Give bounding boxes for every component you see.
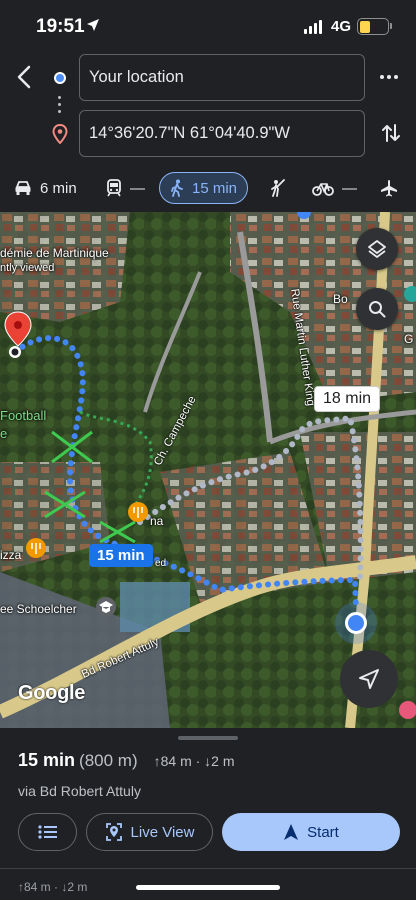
live-view-icon	[105, 823, 122, 841]
map-label-schoelcher: ee Schoelcher	[0, 602, 77, 616]
map-label-football: Football	[0, 408, 47, 423]
network-type: 4G	[331, 18, 352, 35]
recenter-button[interactable]	[340, 650, 398, 708]
map-label-recently-viewed: ntly viewed	[0, 262, 55, 274]
mode-bike-label: —	[342, 179, 357, 197]
mode-walk[interactable]: 15 min	[159, 172, 249, 204]
map-label-pizza: izza	[0, 548, 22, 562]
route-duration: 15 min	[18, 750, 76, 770]
sheet-actions: Live View Start	[18, 813, 400, 851]
origin-text: Your location	[89, 68, 184, 86]
origin-field[interactable]: Your location	[79, 54, 365, 101]
route-sheet[interactable]: 15 min (800 m) ↑84 m · ↓2 m via Bd Rober…	[0, 728, 416, 900]
destination-field[interactable]: 14°36'20.7"N 61°04'40.9"W	[79, 110, 365, 157]
sheet-divider	[0, 868, 416, 869]
mode-walk-label: 15 min	[192, 179, 238, 197]
ride-icon	[271, 179, 285, 197]
mode-bike[interactable]: —	[312, 172, 357, 204]
back-arrow-icon[interactable]	[14, 64, 36, 90]
route-via: via Bd Robert Attuly	[18, 783, 141, 799]
alt-route-time-bubble[interactable]: 18 min	[314, 386, 381, 412]
mode-transit-label: —	[130, 179, 145, 197]
car-icon	[15, 181, 31, 195]
map-search-button[interactable]	[356, 288, 398, 330]
destination-text: 14°36'20.7"N 61°04'40.9"W	[89, 124, 290, 142]
mode-flight[interactable]	[380, 172, 398, 204]
map-label-football-cont: e	[0, 426, 8, 441]
list-icon	[37, 825, 57, 839]
origin-dot-icon	[54, 72, 66, 84]
status-bar: 19:51 4G 4	[0, 0, 416, 50]
map-label-ed: ed	[155, 558, 167, 569]
footer-elevation: ↑84 m · ↓2 m	[18, 880, 88, 894]
map-label-na: na	[150, 514, 164, 528]
bicycle-icon	[312, 183, 334, 196]
school-pin-icon	[96, 597, 116, 617]
route-elevation: ↑84 m · ↓2 m	[153, 753, 235, 769]
start-label: Start	[307, 823, 339, 841]
mode-drive[interactable]: 6 min	[14, 172, 77, 204]
mode-drive-label: 6 min	[40, 179, 77, 197]
walking-icon	[171, 179, 183, 197]
current-location-dot	[345, 612, 367, 634]
live-view-label: Live View	[130, 823, 195, 841]
destination-pin-icon	[52, 124, 68, 144]
restaurant-pin-icon	[128, 502, 148, 522]
route-connector-icon	[58, 96, 61, 113]
status-time: 19:51	[36, 16, 85, 37]
cell-signal-icon	[304, 20, 322, 34]
search-icon	[369, 301, 386, 318]
route-time-bubble[interactable]: 15 min	[89, 544, 153, 567]
sheet-drag-handle[interactable]	[178, 736, 238, 740]
travel-modes: 6 min — 15 min —	[0, 172, 416, 208]
restaurant-pin-icon	[26, 538, 46, 558]
battery-icon: 4	[357, 18, 389, 35]
map-label-g: G	[404, 332, 414, 346]
layers-button[interactable]	[356, 228, 398, 270]
more-options-icon[interactable]	[380, 75, 398, 79]
navigation-arrow-icon	[359, 669, 379, 689]
battery-level: 4	[369, 18, 377, 30]
start-navigation-icon	[284, 824, 299, 840]
directions-header: Your location 14°36'20.7"N 61°04'40.9"W …	[0, 50, 416, 212]
mode-transit[interactable]: —	[106, 172, 145, 204]
mode-ride[interactable]	[270, 172, 286, 204]
location-arrow-icon	[87, 19, 99, 31]
plane-icon	[381, 180, 397, 197]
start-button[interactable]: Start	[222, 813, 400, 851]
satellite-map	[0, 212, 416, 728]
route-summary: 15 min (800 m) ↑84 m · ↓2 m	[18, 750, 235, 771]
layers-icon	[368, 240, 386, 258]
swap-icon[interactable]	[380, 122, 402, 144]
steps-list-button[interactable]	[18, 813, 77, 851]
home-indicator[interactable]	[136, 885, 280, 890]
google-attribution: Google	[18, 682, 86, 704]
live-view-button[interactable]: Live View	[86, 813, 213, 851]
map-label-bo: Bo	[333, 292, 348, 306]
map-view[interactable]: démie de Martinique ntly viewed Football…	[0, 212, 416, 728]
map-label-academie: démie de Martinique	[0, 246, 109, 260]
train-icon	[107, 179, 121, 197]
route-distance: (800 m)	[79, 751, 138, 770]
